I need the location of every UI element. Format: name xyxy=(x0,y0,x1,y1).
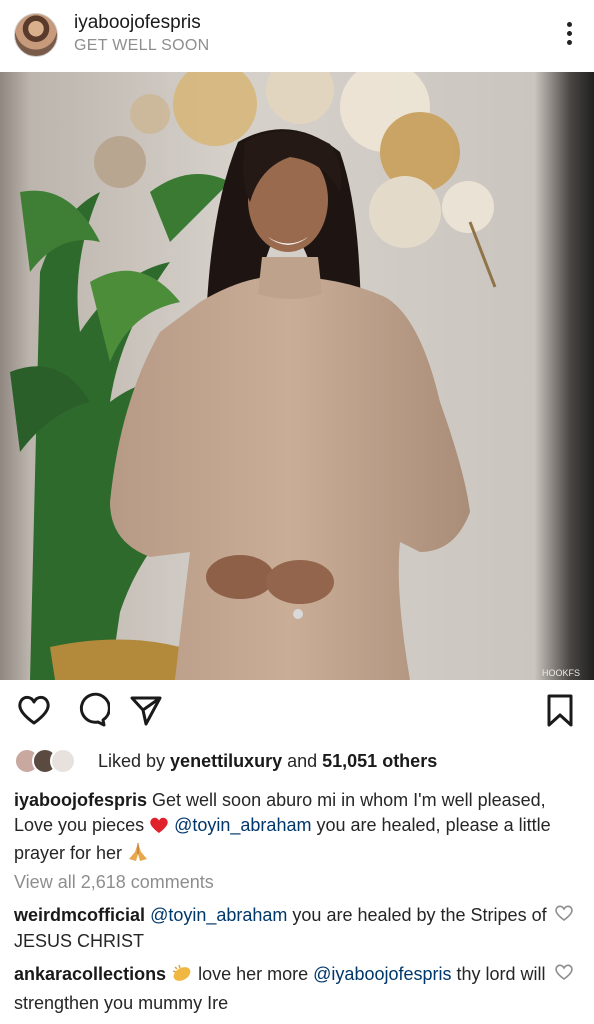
photo-watermark: HOOKFS xyxy=(542,668,580,678)
heart-icon[interactable] xyxy=(14,690,54,730)
caption-username[interactable]: iyaboojofespris xyxy=(14,790,147,810)
comment-text: love her more xyxy=(193,964,314,984)
action-bar xyxy=(0,690,594,734)
liker-avatar xyxy=(50,748,76,774)
more-vertical-icon[interactable] xyxy=(566,22,572,50)
likes-row[interactable]: Liked by yenettiluxury and 51,051 others xyxy=(14,748,584,776)
post-photo-illustration: HOOKFS xyxy=(0,72,594,680)
comment-like-heart-icon[interactable] xyxy=(554,904,574,922)
profile-avatar[interactable] xyxy=(14,13,58,57)
post-photo[interactable]: HOOKFS xyxy=(0,72,594,680)
praying-hands-icon xyxy=(127,842,149,869)
comment-item: weirdmcofficial @toyin_abraham you are h… xyxy=(14,902,550,954)
comment-item: ankaracollections love her more @iyabooj… xyxy=(14,961,550,1016)
post-username[interactable]: iyaboojofespris xyxy=(74,12,201,34)
comment-icon[interactable] xyxy=(70,690,111,730)
liked-by-user[interactable]: yenettiluxury xyxy=(170,751,282,771)
likes-count[interactable]: 51,051 others xyxy=(322,751,437,771)
comment-username[interactable]: ankaracollections xyxy=(14,964,166,984)
comment-like-heart-icon[interactable] xyxy=(554,963,574,981)
caption-mention[interactable]: @toyin_abraham xyxy=(174,815,311,835)
bookmark-icon[interactable] xyxy=(540,690,580,730)
likes-prefix: Liked by xyxy=(98,751,171,771)
comment-mention[interactable]: @iyaboojofespris xyxy=(313,964,451,984)
post-subtitle: GET WELL SOON xyxy=(74,37,210,54)
liked-by-avatars xyxy=(14,748,98,776)
likes-text: Liked by yenettiluxury and 51,051 others xyxy=(98,751,437,772)
view-all-comments-link[interactable]: View all 2,618 comments xyxy=(14,872,214,893)
send-icon[interactable] xyxy=(126,690,166,730)
plant-pot xyxy=(50,639,180,680)
comment-username[interactable]: weirdmcofficial xyxy=(14,905,145,925)
clapping-hands-icon xyxy=(171,963,193,990)
red-heart-icon xyxy=(149,816,169,841)
comment-mention[interactable]: @toyin_abraham xyxy=(150,905,287,925)
post-caption: iyaboojofespris Get well soon aburo mi i… xyxy=(14,788,574,869)
likes-middle: and xyxy=(282,751,323,771)
post-header: iyaboojofespris GET WELL SOON xyxy=(0,0,594,72)
